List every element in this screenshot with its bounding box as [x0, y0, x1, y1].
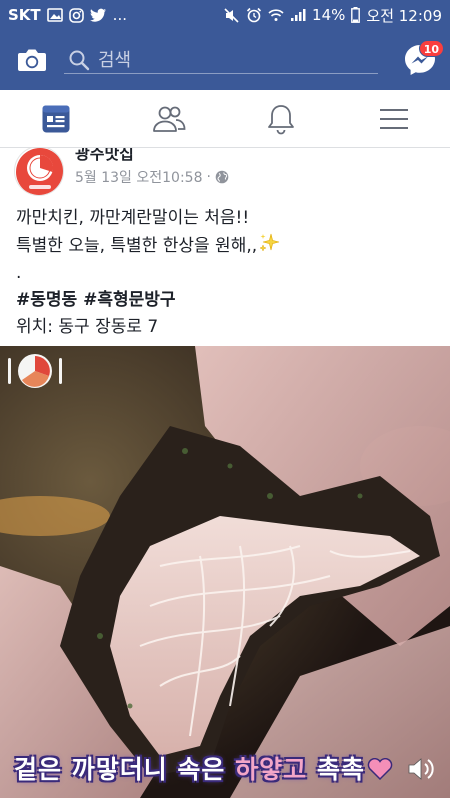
post-text-line-2-wrap: 특별한 오늘, 특별한 한상을 원해,, — [16, 232, 436, 260]
post-text-line-3: . — [16, 263, 22, 283]
mute-icon — [224, 7, 240, 23]
tab-bar — [0, 90, 450, 148]
app-header: 10 — [0, 30, 450, 90]
battery-icon — [351, 7, 361, 23]
search-input[interactable] — [64, 40, 378, 80]
post-text: 까만치킨, 까만계란말이는 처음!! 특별한 오늘, 특별한 한상을 원해,, … — [16, 205, 436, 341]
camera-icon — [18, 49, 46, 71]
post-date[interactable]: 5월 13일 오전10:58 — [75, 167, 203, 187]
page-avatar[interactable] — [14, 148, 64, 196]
signal-icon — [290, 8, 306, 22]
tab-friends[interactable] — [113, 90, 226, 147]
post-header: 광주맛집 5월 13일 오전10:58 · — [14, 148, 444, 196]
post-meta: 5월 13일 오전10:58 · — [75, 167, 229, 187]
more-notifications-label: ... — [112, 6, 127, 24]
heart-icon — [367, 757, 393, 781]
tab-menu[interactable] — [338, 90, 450, 147]
instagram-notification-icon — [68, 7, 84, 23]
page-name[interactable]: 광주맛집 — [75, 148, 134, 164]
carrier-label: SKT — [8, 6, 41, 24]
video-frame-image — [0, 346, 450, 798]
sparkles-icon — [259, 233, 280, 252]
messenger-badge: 10 — [418, 40, 444, 57]
speaker-icon — [408, 758, 434, 780]
news-feed-icon — [42, 105, 70, 132]
battery-percent: 14% — [312, 6, 346, 24]
gallery-notification-icon — [46, 8, 63, 22]
search-icon — [68, 49, 90, 75]
video-caption: 겉은 까맣더니 속은 하얗고 촉촉 — [14, 750, 393, 786]
news-feed[interactable]: 광주맛집 5월 13일 오전10:58 · 까만치킨, 까만계란말이는 처음!!… — [0, 148, 450, 800]
post-video[interactable]: 겉은 까맣더니 속은 하얗고 촉촉 — [0, 346, 450, 798]
tab-news-feed[interactable] — [0, 90, 113, 147]
status-bar: SKT ... 14% 오전 12:09 — [0, 0, 450, 30]
twitter-notification-icon — [89, 8, 107, 22]
sound-button[interactable] — [406, 754, 436, 784]
wifi-icon — [268, 8, 284, 22]
bell-icon — [268, 104, 295, 134]
search-box[interactable] — [64, 40, 378, 80]
camera-button[interactable] — [0, 30, 64, 90]
hamburger-icon — [379, 108, 408, 129]
post-text-line-1: 까만치킨, 까만계란말이는 처음!! — [16, 208, 250, 228]
clock-time: 오전 12:09 — [366, 6, 442, 25]
post-hashtags[interactable]: #동명동 #흑형문방구 — [16, 287, 436, 314]
globe-icon — [215, 170, 229, 184]
friends-icon — [152, 106, 186, 132]
search-underline — [64, 73, 378, 74]
restaurant-logo-icon — [16, 148, 63, 195]
caption-part-2: 하얗고 — [235, 755, 308, 784]
caption-part-1: 겉은 까맣더니 속은 — [14, 755, 236, 784]
alarm-icon — [246, 7, 262, 23]
post-text-line-2: 특별한 오늘, 특별한 한상을 원해,, — [16, 236, 258, 256]
meta-separator: · — [206, 169, 211, 185]
caption-part-3: 촉촉 — [307, 755, 365, 784]
post-location: 위치: 동구 장동로 7 — [16, 317, 159, 337]
tab-notifications[interactable] — [225, 90, 338, 147]
